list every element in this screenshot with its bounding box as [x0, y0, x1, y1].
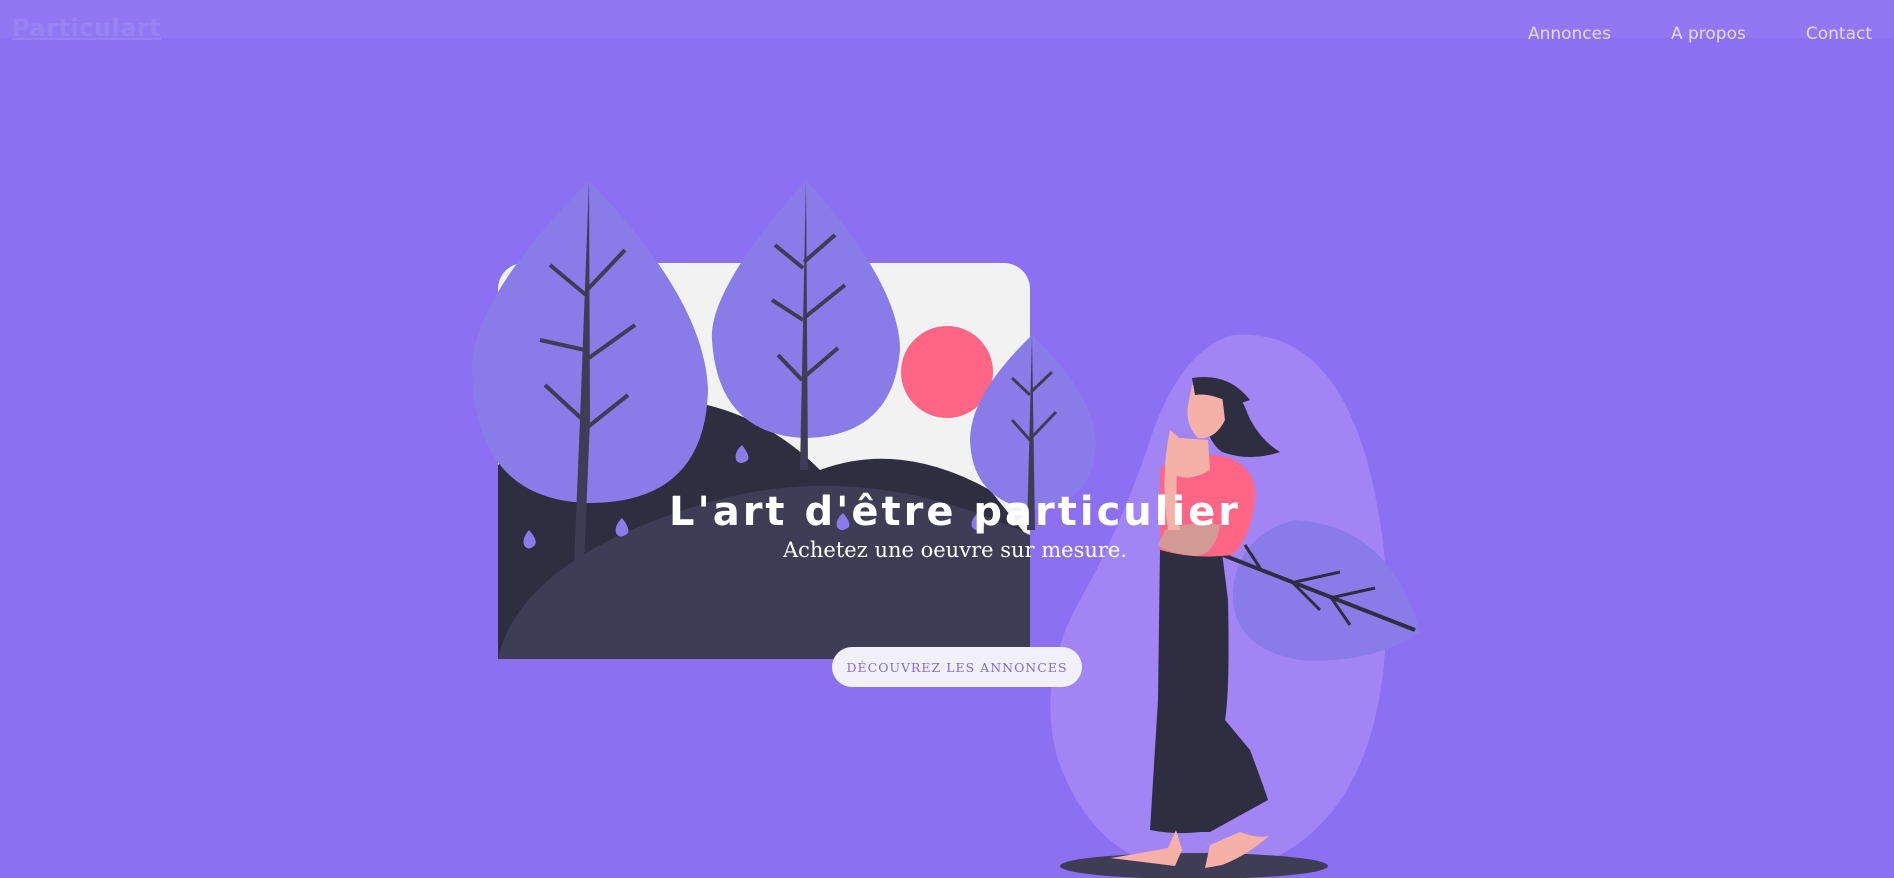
hero-title: L'art d'être particulier — [668, 488, 1242, 535]
hero-subtitle: Achetez une oeuvre sur mesure. — [782, 538, 1128, 562]
hero-illustration — [471, 180, 1420, 878]
ground-shadow — [1060, 853, 1328, 878]
discover-listings-button[interactable]: DÉCOUVREZ LES ANNONCES — [832, 647, 1082, 687]
